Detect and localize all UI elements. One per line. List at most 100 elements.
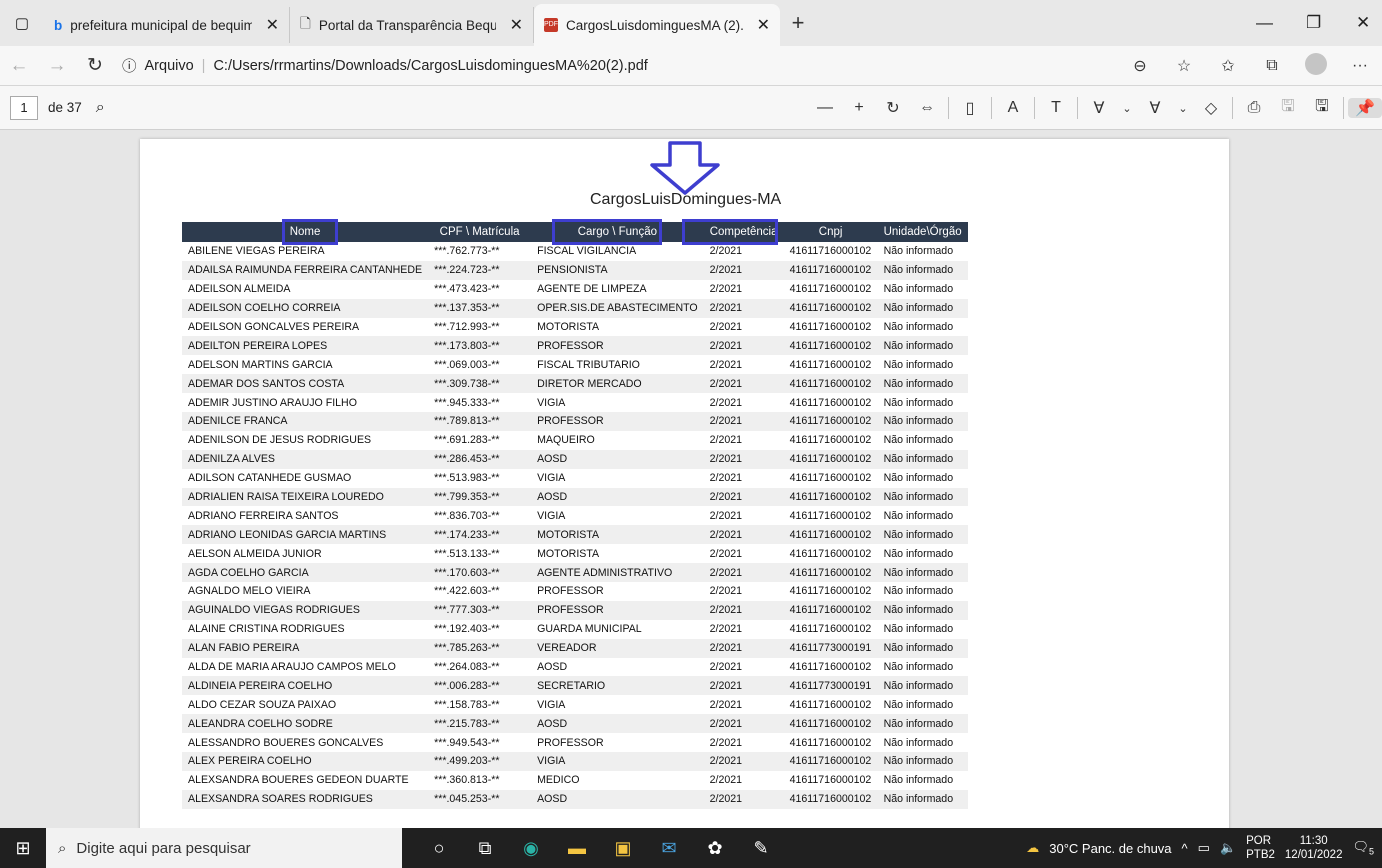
back-icon[interactable]: ← xyxy=(0,55,38,77)
close-icon[interactable]: ✕ xyxy=(757,15,770,35)
close-icon[interactable]: ✕ xyxy=(510,15,523,35)
cell-unidade: Não informado xyxy=(877,714,968,734)
network-icon[interactable]: ▭ xyxy=(1198,840,1210,856)
cell-unidade: Não informado xyxy=(877,525,968,545)
read-aloud-icon[interactable]: A xyxy=(996,99,1030,117)
minimize-icon[interactable]: — xyxy=(1256,0,1273,46)
cell-cnpj: 41611773000191 xyxy=(783,638,878,658)
cell-competencia: 2/2021 xyxy=(703,714,784,734)
pin-toolbar-icon[interactable]: 📌 xyxy=(1348,98,1382,118)
draw-icon[interactable]: ∀ xyxy=(1082,98,1116,118)
page-view-icon[interactable]: ▯ xyxy=(953,98,987,118)
cell-unidade: Não informado xyxy=(877,487,968,507)
zoom-out-icon[interactable]: — xyxy=(808,99,842,117)
cell-cargo: AOSD xyxy=(531,449,704,469)
cell-cnpj: 41611716000102 xyxy=(783,752,878,771)
annotation-box-competencia xyxy=(682,219,778,245)
cell-nome: ADRIALIEN RAISA TEIXEIRA LOUREDO xyxy=(182,487,429,507)
cell-cargo: MOTORISTA xyxy=(531,525,704,545)
cell-cnpj: 41611716000102 xyxy=(783,525,878,545)
close-icon[interactable]: ✕ xyxy=(266,15,279,35)
eraser-icon[interactable]: ◇ xyxy=(1194,98,1228,118)
cell-cpf: ***.173.803-** xyxy=(428,336,532,356)
cell-cpf: ***.192.403-** xyxy=(434,623,500,636)
forward-icon[interactable]: → xyxy=(38,55,76,77)
tab-portal[interactable]: 🗋 Portal da Transparência Bequimã ✕ xyxy=(290,7,534,43)
more-icon[interactable]: ··· xyxy=(1338,57,1382,75)
cell-nome: ADELSON MARTINS GARCIA xyxy=(188,358,333,371)
search-placeholder: Digite aqui para pesquisar xyxy=(76,839,251,857)
favorite-add-icon[interactable]: ☆ xyxy=(1162,56,1206,76)
rotate-icon[interactable]: ↻ xyxy=(876,98,910,118)
save-icon[interactable]: 🖫 xyxy=(1271,95,1305,122)
windows-start-icon[interactable]: ⊞ xyxy=(0,838,46,859)
chevron-down-icon[interactable]: ⌄ xyxy=(1116,102,1138,115)
new-tab-icon[interactable]: + xyxy=(780,10,816,36)
cell-cpf: ***.215.783-** xyxy=(428,714,532,734)
weather-text[interactable]: 30°C Panc. de chuva xyxy=(1049,841,1171,856)
search-icon[interactable]: ⌕ xyxy=(96,99,105,117)
weather-icon[interactable]: ☁ xyxy=(1026,840,1039,856)
address-prefix: Arquivo xyxy=(144,57,194,74)
cell-cpf: ***.224.723-** xyxy=(428,260,532,280)
print-icon[interactable]: ⎙ xyxy=(1237,99,1271,117)
profile-icon[interactable] xyxy=(1294,52,1338,80)
cell-unidade: Não informado xyxy=(883,434,954,447)
column-header-cnpj: Cnpj xyxy=(783,222,878,242)
cell-competencia: 2/2021 xyxy=(703,600,784,620)
url-text[interactable]: C:/Users/rrmartins/Downloads/CargosLuisd… xyxy=(213,58,647,74)
cell-competencia: 2/2021 xyxy=(703,487,784,507)
tab-actions-icon[interactable]: ▢ xyxy=(0,0,44,46)
taskbar-search[interactable]: ⌕ Digite aqui para pesquisar xyxy=(46,828,402,868)
scrollbar[interactable] xyxy=(1372,131,1382,828)
cell-unidade: Não informado xyxy=(883,283,954,296)
cell-cnpj: 41611716000102 xyxy=(783,298,878,318)
text-icon[interactable]: T xyxy=(1039,99,1073,117)
cell-cargo: AOSD xyxy=(531,487,704,507)
edge-icon[interactable]: ◉ xyxy=(508,838,554,859)
table-row: ALAN FABIO PEREIRA ***.785.263-** VEREADOR… xyxy=(182,638,968,658)
paint-3d-icon[interactable]: ✎ xyxy=(738,838,784,859)
save-as-icon[interactable]: 🖫 xyxy=(1305,95,1339,122)
store-icon[interactable]: ▣ xyxy=(600,838,646,859)
pdf-viewer[interactable]: CargosLuisDomingues-MA Nome CPF \ Matríc… xyxy=(0,131,1382,828)
chevron-up-icon[interactable]: ^ xyxy=(1182,841,1188,856)
refresh-icon[interactable]: ↻ xyxy=(76,54,114,77)
cell-competencia: 2/2021 xyxy=(703,789,784,809)
highlight-icon[interactable]: ∀ xyxy=(1138,98,1172,118)
mail-icon[interactable]: ✉ xyxy=(646,838,692,859)
favorites-icon[interactable]: ✩ xyxy=(1206,56,1250,76)
tab-pdf-active[interactable]: PDF CargosLuisdominguesMA (2).pdf ✕ xyxy=(534,4,780,46)
cell-competencia: 2/2021 xyxy=(703,260,784,280)
cell-competencia: 2/2021 xyxy=(709,736,743,749)
table-row: ADRIALIEN RAISA TEIXEIRA LOUREDO ***.799.… xyxy=(182,487,968,507)
language-bottom: PTB2 xyxy=(1246,849,1275,861)
restore-icon[interactable]: ❐ xyxy=(1306,0,1321,46)
paint-icon[interactable]: ✿ xyxy=(692,838,738,859)
url-field[interactable]: ⓘ Arquivo | C:/Users/rrmartins/Downloads… xyxy=(122,55,648,76)
table-row: ALEX PEREIRA COELHO ***.499.203-** VIGIA 2/… xyxy=(182,752,968,771)
close-window-icon[interactable]: ✕ xyxy=(1356,0,1370,46)
tab-prefeitura[interactable]: b prefeitura municipal de bequima ✕ xyxy=(44,7,290,43)
cell-competencia: 2/2021 xyxy=(703,412,784,431)
fit-width-icon[interactable]: ⇔ xyxy=(910,99,944,117)
table-row: ALESSANDRO BOUERES GONCALVES ***.949.543-… xyxy=(182,733,968,752)
cell-competencia: 2/2021 xyxy=(703,298,784,318)
page-number-input[interactable]: 1 xyxy=(10,95,38,120)
language-indicator[interactable]: POR PTB2 xyxy=(1246,834,1275,862)
notification-icon[interactable]: 🗨5 xyxy=(1352,839,1374,857)
cell-competencia: 2/2021 xyxy=(703,638,784,658)
clock[interactable]: 11:30 12/01/2022 xyxy=(1285,834,1343,862)
info-icon[interactable]: ⓘ xyxy=(122,55,137,76)
volume-icon[interactable]: 🔈 xyxy=(1220,840,1236,856)
file-explorer-icon[interactable]: ▬ xyxy=(554,838,600,859)
cell-cpf: ***.174.233-** xyxy=(428,525,532,545)
cell-cnpj: 41611716000102 xyxy=(783,789,878,809)
cortana-icon[interactable]: ○ xyxy=(416,838,462,859)
divider: | xyxy=(201,57,206,74)
zoom-icon[interactable]: ⊖ xyxy=(1118,56,1162,76)
zoom-in-icon[interactable]: + xyxy=(842,99,876,117)
task-view-icon[interactable]: ⧉ xyxy=(462,838,508,859)
collections-icon[interactable]: ⧉ xyxy=(1250,57,1294,75)
chevron-down-icon[interactable]: ⌄ xyxy=(1172,102,1194,115)
